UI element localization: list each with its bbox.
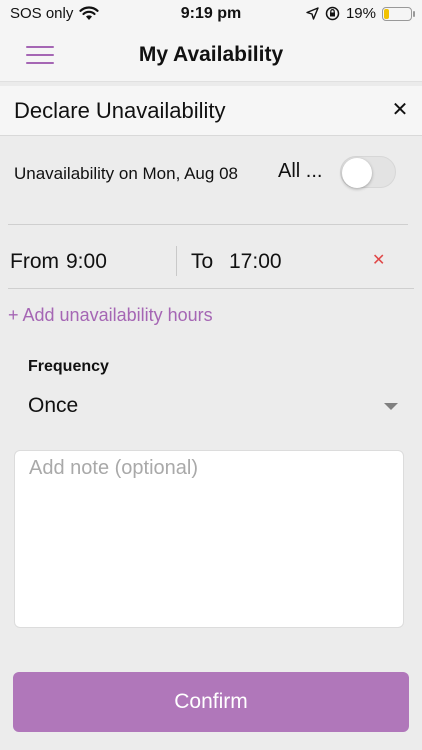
remove-x-icon[interactable]: ✕ xyxy=(372,250,385,270)
orientation-lock-icon xyxy=(325,6,340,21)
divider xyxy=(8,224,408,225)
add-unavailability-hours-link[interactable]: + Add unavailability hours xyxy=(8,305,213,326)
from-time-input[interactable]: 9:00 xyxy=(66,250,107,274)
unavailability-date-label: Unavailability on Mon, Aug 08 xyxy=(14,164,238,183)
frequency-select[interactable]: Once xyxy=(28,391,400,423)
battery-percent: 19% xyxy=(345,5,376,22)
status-bar: SOS only 9:19 pm 19% xyxy=(0,0,422,30)
caret-down-icon xyxy=(384,403,398,410)
declare-unavailability-modal: Declare Unavailability ✕ Unavailability … xyxy=(0,86,422,750)
all-day-label: All ... xyxy=(278,160,323,182)
frequency-value: Once xyxy=(28,394,79,417)
note-box xyxy=(14,450,404,628)
divider xyxy=(8,288,414,289)
to-time-input[interactable]: 17:00 xyxy=(229,250,282,274)
frequency-label: Frequency xyxy=(28,358,109,375)
close-icon[interactable]: ✕ xyxy=(388,98,412,122)
location-arrow-icon xyxy=(306,7,319,20)
modal-header: Declare Unavailability ✕ xyxy=(0,86,422,136)
modal-title: Declare Unavailability xyxy=(14,98,226,123)
battery-fill xyxy=(384,8,389,19)
page-title: My Availability xyxy=(138,43,284,66)
time-separator xyxy=(176,246,177,276)
to-label: To xyxy=(191,250,214,273)
toggle-knob xyxy=(342,158,372,188)
battery-icon xyxy=(382,6,415,21)
status-right: 19% xyxy=(306,5,415,22)
app-header: My Availability xyxy=(0,30,422,82)
confirm-button[interactable]: Confirm xyxy=(13,672,409,732)
from-label: From xyxy=(10,250,59,273)
note-input[interactable] xyxy=(15,451,403,627)
time-range-row: From 9:00 To 17:00 ✕ xyxy=(0,246,422,286)
all-day-toggle[interactable] xyxy=(340,156,396,188)
